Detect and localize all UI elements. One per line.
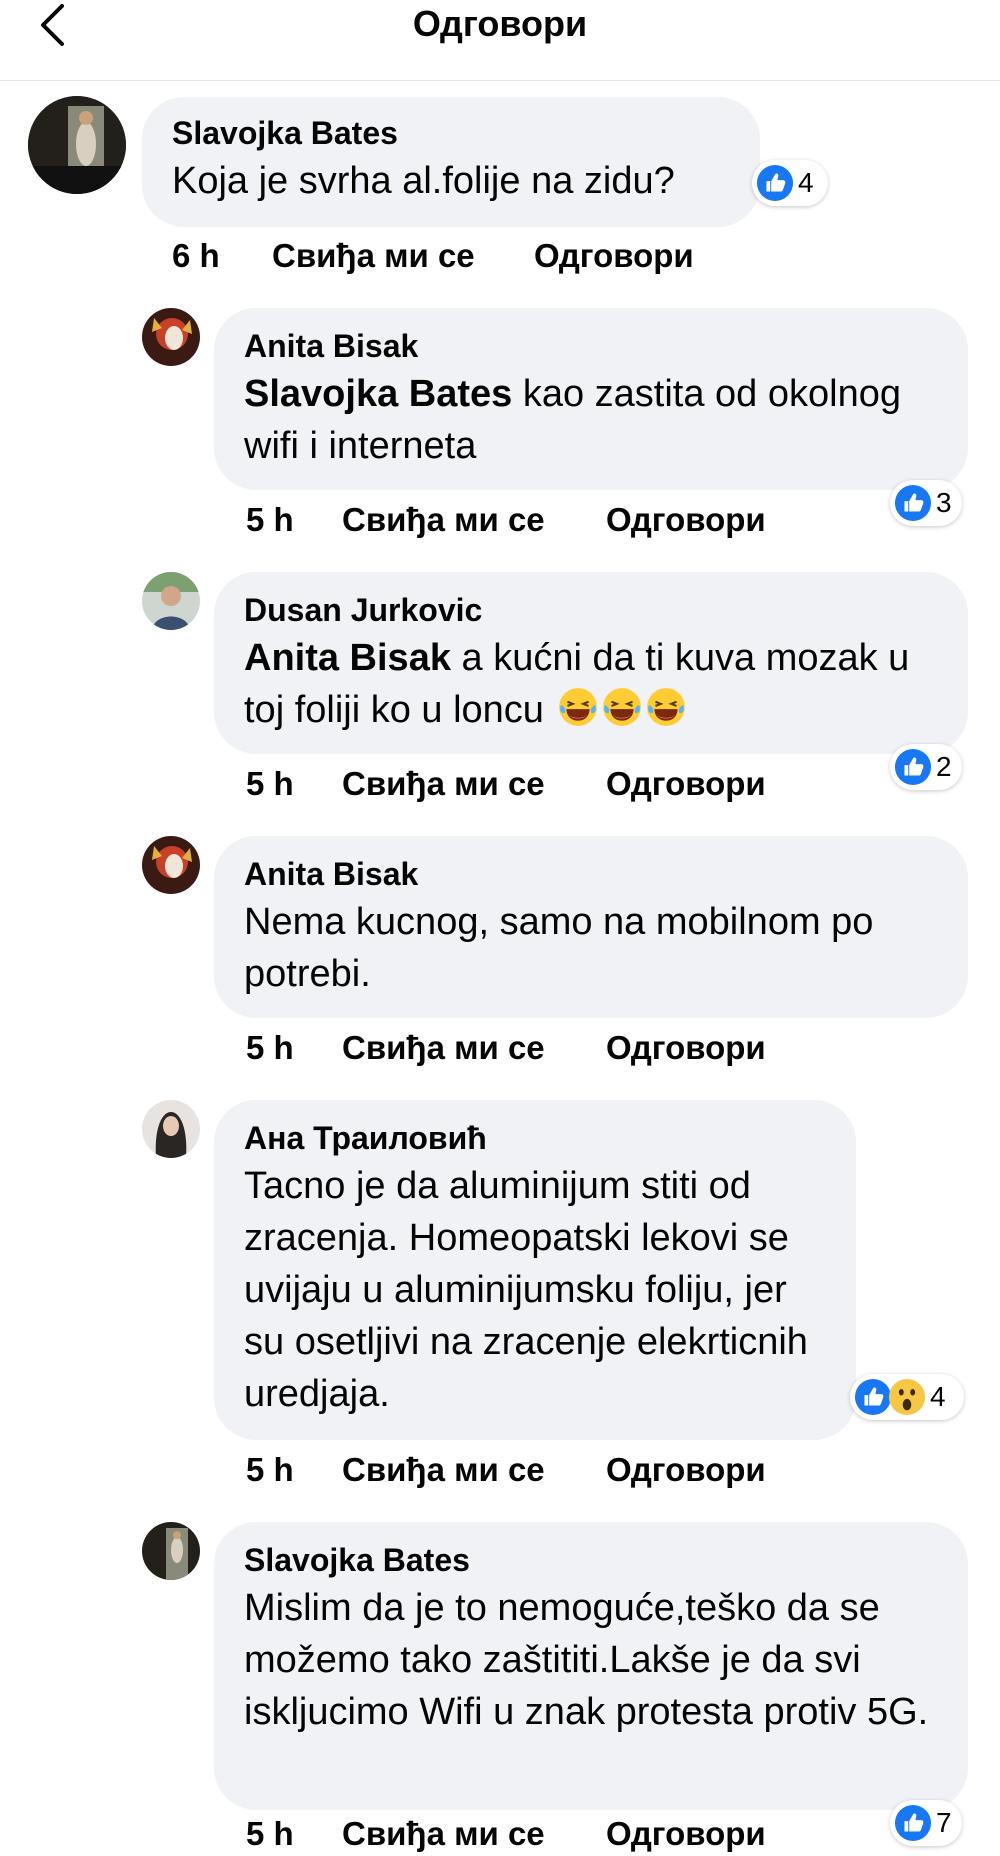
avatar[interactable] (142, 1522, 200, 1580)
laughing-tears-emoji-icon (601, 686, 643, 728)
comment-time: 5 h (246, 501, 294, 538)
reply-action[interactable]: Одговори (606, 1448, 766, 1492)
like-icon (894, 1804, 932, 1842)
like-icon (894, 484, 932, 522)
page-title: Одговори (412, 3, 588, 44)
reply-action[interactable]: Одговори (606, 498, 766, 542)
reaction-count: 3 (936, 487, 952, 518)
reply-action[interactable]: Одговори (606, 762, 766, 806)
like-icon (756, 164, 794, 202)
comment-bubble: Slavojka Bates Koja je svrha al.folije n… (142, 97, 760, 227)
like-icon (894, 748, 932, 786)
avatar[interactable] (142, 572, 200, 630)
reply-action[interactable]: Одговори (606, 1026, 766, 1070)
like-action[interactable]: Свиђа ми се (342, 1026, 545, 1070)
reply-action[interactable]: Одговори (534, 234, 694, 278)
avatar-photo-icon (142, 1522, 200, 1580)
avatar-photo-icon (142, 836, 200, 894)
comment-author[interactable]: Anita Bisak (244, 324, 938, 368)
comment-bubble: Anita Bisak Slavojka Bates kao zastita o… (214, 308, 968, 490)
comment-meta: 5 h Свиђа ми се Одговори (246, 762, 846, 806)
comment-bubble: Slavojka Bates Mislim da je to nemoguće,… (214, 1522, 968, 1810)
reaction-count: 7 (936, 1807, 952, 1838)
avatar-photo-icon (142, 1100, 200, 1158)
comment-meta: 5 h Свиђа ми се Одговори (246, 1026, 846, 1070)
comment-meta: 5 h Свиђа ми се Одговори (246, 1812, 846, 1856)
reaction-badge[interactable]: 4 (850, 1374, 964, 1420)
avatar-photo-icon (142, 572, 200, 630)
reaction-badge[interactable]: 2 (890, 744, 962, 790)
comment-author[interactable]: Ана Траиловић (244, 1116, 826, 1160)
header-bar: Одговори (0, 0, 1000, 81)
comment-meta: 6 h Свиђа ми се Одговори (172, 234, 772, 278)
comment-author[interactable]: Anita Bisak (244, 852, 938, 896)
like-action[interactable]: Свиђа ми се (272, 234, 475, 278)
reaction-badge[interactable]: 4 (752, 160, 828, 206)
comment-bubble: Dusan Jurkovic Anita Bisak a kućni da ti… (214, 572, 968, 754)
reply-action[interactable]: Одговори (606, 1812, 766, 1856)
comment-text: Mislim da je to nemoguće,teško da se mož… (244, 1587, 929, 1733)
comment-author[interactable]: Dusan Jurkovic (244, 588, 938, 632)
avatar[interactable] (28, 96, 126, 194)
comment-time: 5 h (246, 1815, 294, 1852)
comment-time: 6 h (172, 237, 220, 274)
avatar[interactable] (142, 836, 200, 894)
mention-link[interactable]: Slavojka Bates (244, 373, 512, 415)
comment-meta: 5 h Свиђа ми се Одговори (246, 498, 846, 542)
mention-link[interactable]: Anita Bisak (244, 637, 451, 679)
comment-meta: 5 h Свиђа ми се Одговори (246, 1448, 846, 1492)
like-action[interactable]: Свиђа ми се (342, 1812, 545, 1856)
reaction-badge[interactable]: 3 (890, 480, 962, 526)
reaction-count: 4 (798, 167, 814, 198)
comment-text: Nema kucnog, samo na mobilnom po potrebi… (244, 901, 874, 995)
reaction-count: 2 (936, 751, 952, 782)
comment-bubble: Anita Bisak Nema kucnog, samo na mobilno… (214, 836, 968, 1018)
reaction-badge[interactable]: 7 (890, 1800, 962, 1846)
laughing-tears-emoji-icon (645, 686, 687, 728)
reaction-count: 4 (930, 1381, 946, 1412)
avatar[interactable] (142, 1100, 200, 1158)
like-action[interactable]: Свиђа ми се (342, 762, 545, 806)
comment-author[interactable]: Slavojka Bates (244, 1538, 938, 1582)
comment-text: Tacno je da aluminijum stiti od zracenja… (244, 1165, 808, 1415)
comment-bubble: Ана Траиловић Tacno je da aluminijum sti… (214, 1100, 856, 1440)
comment-author[interactable]: Slavojka Bates (172, 111, 730, 155)
avatar-photo-icon (28, 96, 126, 194)
like-action[interactable]: Свиђа ми се (342, 498, 545, 542)
comment-time: 5 h (246, 765, 294, 802)
avatar[interactable] (142, 308, 200, 366)
wow-icon (888, 1378, 926, 1416)
comment-text: Anita Bisak a kućni da ti kuva mozak u t… (244, 632, 938, 736)
avatar-photo-icon (142, 308, 200, 366)
like-action[interactable]: Свиђа ми се (342, 1448, 545, 1492)
laughing-tears-emoji-icon (557, 686, 599, 728)
comment-text: Koja je svrha al.folije na zidu? (172, 160, 675, 202)
comment-time: 5 h (246, 1451, 294, 1488)
like-icon (854, 1378, 892, 1416)
comment-time: 5 h (246, 1029, 294, 1066)
comment-text: Slavojka Bates kao zastita od okolnog wi… (244, 368, 938, 472)
